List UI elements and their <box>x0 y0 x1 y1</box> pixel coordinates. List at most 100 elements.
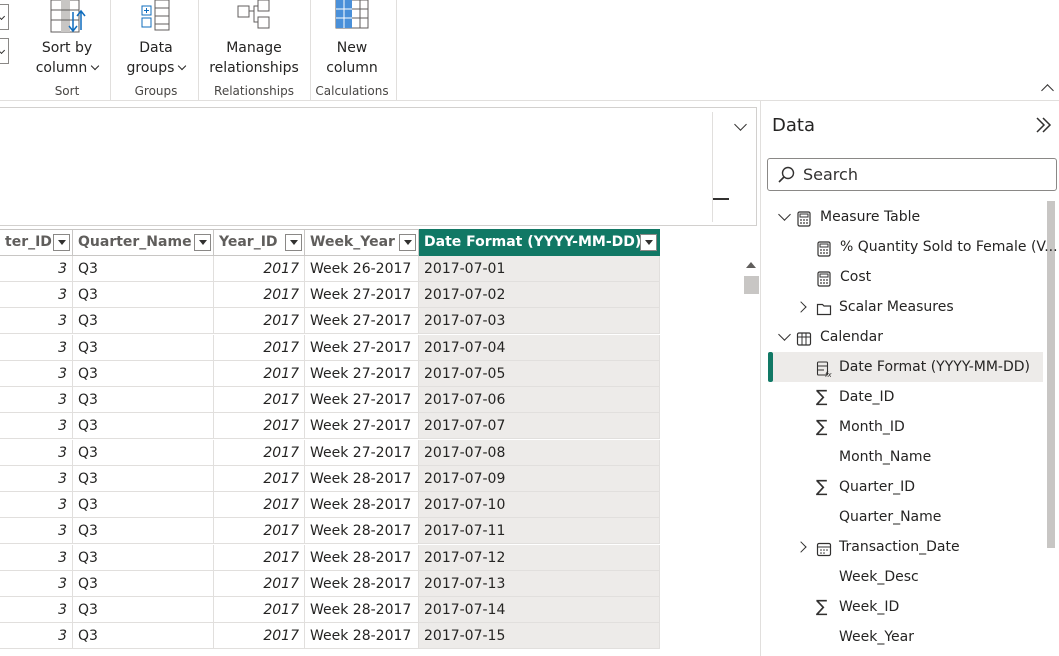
cell-week-year[interactable]: Week 28-2017 <box>305 545 419 571</box>
field-item-date-format-yyyy-mm-dd[interactable]: fx Date Format (YYYY-MM-DD) <box>761 353 1043 381</box>
cell-quarter-name[interactable]: Q3 <box>73 440 214 466</box>
sort-by-column-button[interactable]: Sort by column <box>30 0 104 78</box>
cell-date-format[interactable]: 2017-07-13 <box>419 571 660 597</box>
cell-week-year[interactable]: Week 26-2017 <box>305 256 419 282</box>
cell-quarter-name[interactable]: Q3 <box>73 256 214 282</box>
filter-dropdown-icon[interactable] <box>399 234 416 251</box>
field-item-transaction-date[interactable]: Transaction_Date <box>761 533 1043 561</box>
cell-quarter-id[interactable]: 3 <box>0 571 73 597</box>
cell-year-id[interactable]: 2017 <box>214 387 305 413</box>
cell-year-id[interactable]: 2017 <box>214 597 305 623</box>
cell-quarter-name[interactable]: Q3 <box>73 518 214 544</box>
cell-quarter-id[interactable]: 3 <box>0 413 73 439</box>
grid-vertical-scrollbar[interactable] <box>742 256 759 656</box>
cell-year-id[interactable]: 2017 <box>214 440 305 466</box>
formula-collapse-dash-icon[interactable] <box>713 198 729 200</box>
cell-year-id[interactable]: 2017 <box>214 492 305 518</box>
field-item-scalar-measures[interactable]: Scalar Measures <box>761 293 1043 321</box>
column-header-quarter-id[interactable]: ter_ID <box>0 229 73 256</box>
cell-quarter-id[interactable]: 3 <box>0 256 73 282</box>
field-item-week-year[interactable]: Week_Year <box>761 623 1043 651</box>
cell-year-id[interactable]: 2017 <box>214 361 305 387</box>
dropdown-stub-top[interactable] <box>0 4 9 30</box>
cell-year-id[interactable]: 2017 <box>214 466 305 492</box>
cell-week-year[interactable]: Week 27-2017 <box>305 282 419 308</box>
cell-quarter-id[interactable]: 3 <box>0 623 73 649</box>
cell-year-id[interactable]: 2017 <box>214 545 305 571</box>
cell-week-year[interactable]: Week 28-2017 <box>305 466 419 492</box>
cell-quarter-id[interactable]: 3 <box>0 387 73 413</box>
field-item-date-id[interactable]: ∑ Date_ID <box>761 383 1043 411</box>
field-item-month-id[interactable]: ∑ Month_ID <box>761 413 1043 441</box>
filter-dropdown-icon[interactable] <box>53 234 70 251</box>
dropdown-stub-bottom[interactable] <box>0 38 9 64</box>
field-item-quarter-id[interactable]: ∑ Quarter_ID <box>761 473 1043 501</box>
field-item-week-desc[interactable]: Week_Desc <box>761 563 1043 591</box>
cell-quarter-name[interactable]: Q3 <box>73 545 214 571</box>
new-column-button[interactable]: New column <box>314 0 390 78</box>
data-pane-search[interactable]: Search <box>767 158 1057 191</box>
cell-year-id[interactable]: 2017 <box>214 335 305 361</box>
column-header-quarter-name[interactable]: Quarter_Name <box>73 229 214 256</box>
cell-week-year[interactable]: Week 28-2017 <box>305 623 419 649</box>
cell-quarter-name[interactable]: Q3 <box>73 308 214 334</box>
chevron-right-icon[interactable] <box>795 541 807 553</box>
column-header-year-id[interactable]: Year_ID <box>214 229 305 256</box>
cell-quarter-id[interactable]: 3 <box>0 545 73 571</box>
filter-dropdown-icon[interactable] <box>194 234 211 251</box>
field-item-measure-table[interactable]: Measure Table <box>761 203 1043 231</box>
cell-date-format[interactable]: 2017-07-06 <box>419 387 660 413</box>
cell-quarter-id[interactable]: 3 <box>0 597 73 623</box>
column-header-week-year[interactable]: Week_Year <box>305 229 419 256</box>
cell-quarter-id[interactable]: 3 <box>0 335 73 361</box>
field-item-week-id[interactable]: ∑ Week_ID <box>761 593 1043 621</box>
cell-year-id[interactable]: 2017 <box>214 282 305 308</box>
cell-date-format[interactable]: 2017-07-08 <box>419 440 660 466</box>
chevron-down-icon[interactable] <box>778 328 791 341</box>
filter-dropdown-icon[interactable] <box>285 234 302 251</box>
column-header-date-format[interactable]: Date Format (YYYY-MM-DD) <box>419 229 660 256</box>
cell-week-year[interactable]: Week 27-2017 <box>305 361 419 387</box>
cell-quarter-id[interactable]: 3 <box>0 518 73 544</box>
cell-date-format[interactable]: 2017-07-14 <box>419 597 660 623</box>
cell-quarter-name[interactable]: Q3 <box>73 571 214 597</box>
chevron-right-icon[interactable] <box>795 301 807 313</box>
field-item-calendar[interactable]: Calendar <box>761 323 1043 351</box>
formula-bar[interactable] <box>0 107 757 226</box>
cell-date-format[interactable]: 2017-07-12 <box>419 545 660 571</box>
cell-date-format[interactable]: 2017-07-03 <box>419 308 660 334</box>
manage-relationships-button[interactable]: Manage relationships <box>204 0 304 78</box>
filter-dropdown-icon[interactable] <box>640 234 657 251</box>
field-item-month-name[interactable]: Month_Name <box>761 443 1043 471</box>
cell-date-format[interactable]: 2017-07-02 <box>419 282 660 308</box>
field-item-quantity-sold-to-female-v[interactable]: % Quantity Sold to Female (V... <box>761 233 1058 261</box>
cell-date-format[interactable]: 2017-07-04 <box>419 335 660 361</box>
cell-quarter-name[interactable]: Q3 <box>73 335 214 361</box>
cell-year-id[interactable]: 2017 <box>214 623 305 649</box>
cell-year-id[interactable]: 2017 <box>214 256 305 282</box>
cell-quarter-id[interactable]: 3 <box>0 308 73 334</box>
cell-year-id[interactable]: 2017 <box>214 518 305 544</box>
cell-quarter-id[interactable]: 3 <box>0 282 73 308</box>
cell-quarter-name[interactable]: Q3 <box>73 413 214 439</box>
cell-date-format[interactable]: 2017-07-10 <box>419 492 660 518</box>
cell-week-year[interactable]: Week 27-2017 <box>305 440 419 466</box>
cell-week-year[interactable]: Week 27-2017 <box>305 335 419 361</box>
cell-quarter-id[interactable]: 3 <box>0 361 73 387</box>
scrollbar-thumb[interactable] <box>744 276 759 294</box>
cell-year-id[interactable]: 2017 <box>214 413 305 439</box>
cell-date-format[interactable]: 2017-07-11 <box>419 518 660 544</box>
cell-date-format[interactable]: 2017-07-09 <box>419 466 660 492</box>
expand-pane-icon[interactable] <box>1033 115 1053 135</box>
cell-date-format[interactable]: 2017-07-01 <box>419 256 660 282</box>
cell-quarter-name[interactable]: Q3 <box>73 282 214 308</box>
cell-week-year[interactable]: Week 27-2017 <box>305 413 419 439</box>
scroll-up-arrow-icon[interactable] <box>746 262 756 268</box>
cell-date-format[interactable]: 2017-07-07 <box>419 413 660 439</box>
cell-quarter-name[interactable]: Q3 <box>73 623 214 649</box>
cell-week-year[interactable]: Week 27-2017 <box>305 387 419 413</box>
cell-quarter-name[interactable]: Q3 <box>73 387 214 413</box>
cell-date-format[interactable]: 2017-07-15 <box>419 623 660 649</box>
chevron-down-icon[interactable] <box>778 208 791 221</box>
field-item-quarter-name[interactable]: Quarter_Name <box>761 503 1043 531</box>
